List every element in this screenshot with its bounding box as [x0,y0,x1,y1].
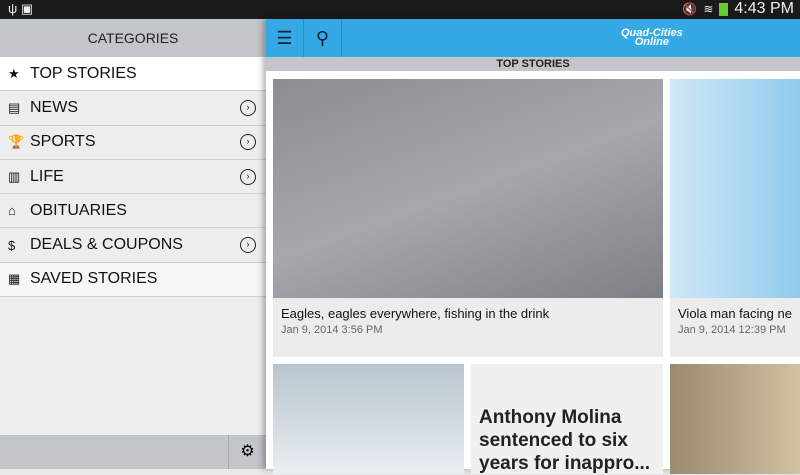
story-date: Jan 9, 2014 12:39 PM [678,324,786,336]
story-card[interactable]: Eagles, eagles everywhere, fishing in th… [273,79,663,357]
sidebar-item-top-stories[interactable]: ★ TOP STORIES [0,57,266,92]
star-icon: ★ [8,65,20,81]
search-icon[interactable]: ⚲ [304,19,342,57]
story-title: Anthony Molina sentenced to six years fo… [479,407,651,474]
expand-arrow-icon[interactable]: › [240,99,256,116]
menu-icon[interactable]: ☰ [266,19,304,57]
money-bag-icon: $ [8,237,16,253]
books-icon: ▥ [8,168,21,184]
section-title: TOP STORIES [266,57,800,71]
mute-icon: 🔇 [682,2,698,16]
story-card[interactable]: Anthony Molina sentenced to six years fo… [471,364,663,474]
newspaper-icon: ▤ [8,99,21,115]
sidebar-item-sports[interactable]: 🏆 SPORTS › [0,126,266,160]
app-bar: ☰ ⚲ Quad-Cities Online [266,19,800,57]
expand-arrow-icon[interactable]: › [240,134,256,151]
story-image [670,79,800,298]
sidebar-footer: ⚙ [0,435,266,469]
expand-arrow-icon[interactable]: › [240,237,256,254]
wifi-icon: ≋ [703,2,714,16]
story-card[interactable] [273,364,464,474]
sidebar-item-life[interactable]: ▥ LIFE › [0,160,266,195]
story-image-eagles [273,79,663,298]
story-date: Jan 9, 2014 3:56 PM [281,324,383,336]
story-image-courtroom [670,364,800,474]
sidebar: CATEGORIES ★ TOP STORIES ▤ NEWS › 🏆 SPORTS › … [0,19,266,469]
sidebar-item-news[interactable]: ▤ NEWS › [0,91,266,126]
tombstone-icon: ⌂ [8,203,16,219]
logo: Quad-Cities Online [621,27,683,48]
sidebar-item-saved[interactable]: ▦ SAVED STORIES [0,262,266,298]
battery-icon [719,2,729,16]
usb-icon: ψ ▣ [8,1,34,16]
story-card[interactable] [670,364,800,474]
story-title: Viola man facing ne [678,306,792,321]
status-bar: ψ ▣ 🔇 ≋ 4:43 PM [0,0,800,19]
story-card[interactable]: Viola man facing ne Jan 9, 2014 12:39 PM [670,79,800,357]
main-content: ☰ ⚲ Quad-Cities Online TOP STORIES Eagles… [266,19,800,474]
expand-arrow-icon[interactable]: › [240,168,256,185]
saved-icon: ▦ [8,271,21,287]
sidebar-item-deals[interactable]: $ DEALS & COUPONS › [0,228,266,263]
trophy-icon: 🏆 [8,134,25,150]
clock: 4:43 PM [734,0,794,17]
sidebar-item-obituaries[interactable]: ⌂ OBITUARIES [0,194,266,229]
sidebar-title: CATEGORIES [0,19,266,57]
settings-gear-icon[interactable]: ⚙ [228,435,266,469]
story-title: Eagles, eagles everywhere, fishing in th… [281,306,550,321]
story-image-snow [273,364,464,474]
